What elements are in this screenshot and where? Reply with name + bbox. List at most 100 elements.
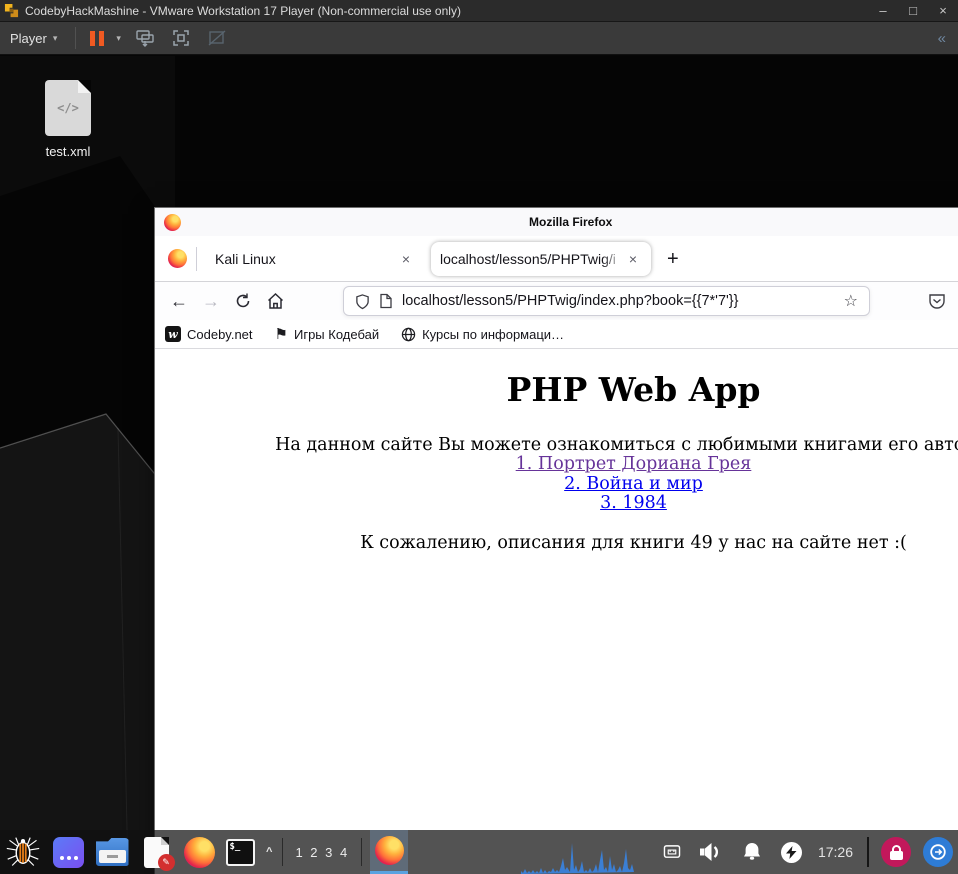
clock[interactable]: 17:26: [818, 844, 853, 860]
tab-label: localhost/lesson5/PHPTwig/i: [440, 250, 624, 267]
firefox-titlebar: Mozilla Firefox: [155, 208, 958, 236]
vmware-maximize-button[interactable]: □: [898, 0, 928, 22]
vmware-titlebar: CodebyHackMashine - VMware Workstation 1…: [0, 0, 958, 22]
suspend-vm-button[interactable]: [84, 22, 110, 54]
book-link-3[interactable]: 3. 1984: [600, 493, 667, 514]
flag-icon: ⚑: [274, 326, 288, 343]
tray-divider: [867, 837, 869, 867]
toolbar-divider: [75, 27, 77, 49]
notifications-bell-icon[interactable]: [741, 841, 763, 863]
reload-icon: [236, 293, 250, 308]
shield-permissions-icon[interactable]: [355, 293, 370, 310]
back-button[interactable]: ←: [163, 292, 195, 310]
book-link-1[interactable]: 1. Портрет Дориана Грея: [516, 454, 752, 475]
kali-desktop: </> test.xml Mozilla Firefox Kali Linux …: [0, 56, 958, 874]
firefox-icon: [374, 836, 404, 865]
desktop-file-testxml[interactable]: </> test.xml: [24, 80, 112, 159]
send-ctrl-alt-del-button[interactable]: [134, 27, 156, 49]
unity-mode-button: [206, 27, 228, 49]
code-glyph: </>: [57, 101, 79, 115]
vmware-player-icon: [4, 3, 19, 18]
firefox-window-title: Mozilla Firefox: [529, 215, 613, 229]
tabbar-divider: [196, 246, 197, 271]
app-grid-launcher[interactable]: [46, 830, 90, 874]
network-ethernet-icon[interactable]: [663, 844, 681, 860]
globe-icon: [401, 327, 416, 342]
fullscreen-button[interactable]: [170, 27, 192, 49]
taskbar-divider: [282, 838, 284, 866]
new-tab-button[interactable]: +: [667, 249, 679, 269]
lock-icon: [891, 844, 901, 851]
url-bar[interactable]: localhost/lesson5/PHPTwig/index.php?book…: [343, 286, 870, 316]
lock-screen-button[interactable]: [881, 837, 911, 867]
bookmark-label: Игры Кодебай: [293, 326, 380, 342]
chevron-up-icon[interactable]: ^: [260, 846, 278, 858]
bookmark-codeby[interactable]: w Codeby.net: [165, 326, 253, 342]
unity-mode-icon: [208, 30, 226, 46]
vmware-close-button[interactable]: ×: [928, 0, 958, 22]
kali-taskbar: ✎ $_ ^ 1 2 3 4 17:26: [0, 830, 958, 874]
book-link-2[interactable]: 2. Война и мир: [564, 474, 703, 495]
bookmark-label: Курсы по информаци…: [422, 326, 565, 342]
vmware-window-title: CodebyHackMashine - VMware Workstation 1…: [25, 3, 461, 18]
pencil-badge-icon: ✎: [157, 853, 175, 871]
tab-kali-linux[interactable]: Kali Linux ×: [203, 236, 427, 281]
firefox-task-button[interactable]: [370, 830, 409, 874]
fullscreen-icon: [173, 30, 189, 46]
home-icon: [267, 292, 283, 309]
reload-button[interactable]: [227, 292, 259, 310]
close-tab-icon[interactable]: ×: [397, 251, 415, 267]
logout-button[interactable]: [923, 837, 953, 867]
file-manager-launcher[interactable]: [90, 830, 134, 874]
firefox-launcher[interactable]: [178, 830, 220, 874]
send-ctrl-alt-del-icon: [136, 30, 154, 47]
firefox-icon: [183, 836, 215, 868]
desktop-file-label: test.xml: [45, 144, 91, 159]
power-manager-icon[interactable]: [780, 841, 802, 863]
folder-icon: [96, 838, 129, 866]
page-title: PHP Web App: [506, 370, 761, 409]
save-to-pocket-button[interactable]: [928, 292, 946, 310]
kali-dragon-icon: [6, 837, 40, 866]
bookmark-igry-kodebay[interactable]: ⚑ Игры Кодебай: [275, 325, 380, 343]
bookmark-kursy[interactable]: Курсы по информаци…: [401, 327, 564, 342]
player-menu[interactable]: Player ▾: [0, 22, 67, 54]
web-page-content: PHP Web App На данном сайте Вы можете оз…: [155, 349, 958, 874]
codeby-favicon: w: [165, 326, 181, 342]
system-tray: [663, 841, 802, 863]
player-menu-label: Player: [10, 30, 47, 46]
desktop-wallpaper: [0, 56, 175, 874]
firefox-view-icon[interactable]: [168, 249, 187, 268]
vmware-minimize-button[interactable]: –: [868, 0, 898, 22]
taskbar-divider: [361, 838, 363, 866]
firefox-logo-icon: [164, 213, 181, 231]
text-editor-launcher[interactable]: ✎: [134, 830, 178, 874]
volume-icon[interactable]: [699, 841, 723, 863]
page-info-icon[interactable]: [379, 293, 393, 309]
home-button[interactable]: [259, 292, 291, 310]
firefox-navigation-bar: ← → localhost/lesson5/PHPTwig/index.php?…: [155, 282, 958, 320]
applications-menu-button[interactable]: [0, 830, 46, 874]
pause-icon: [99, 30, 105, 46]
text-editor-icon: ✎: [143, 836, 175, 871]
collapse-toolbar-chevron[interactable]: «: [938, 30, 946, 47]
power-options-caret[interactable]: ▾: [110, 22, 127, 54]
book-links: 1. Портрет Дориана Грея 2. Война и мир 3…: [155, 454, 958, 514]
workspace-switcher[interactable]: 1 2 3 4: [295, 845, 349, 860]
network-monitor-graph: [520, 843, 634, 874]
caret-down-icon: ▾: [52, 32, 58, 43]
bookmarks-toolbar: w Codeby.net ⚑ Игры Кодебай Курсы по инф…: [155, 320, 958, 349]
firefox-window: Mozilla Firefox Kali Linux × localhost/l…: [155, 208, 958, 874]
not-found-message: К сожалению, описания для книги 49 у нас…: [360, 532, 907, 553]
firefox-tab-bar: Kali Linux × localhost/lesson5/PHPTwig/i…: [155, 236, 958, 282]
bookmark-star-icon[interactable]: ☆: [844, 291, 858, 311]
logout-icon: [930, 844, 946, 860]
url-text[interactable]: localhost/lesson5/PHPTwig/index.php?book…: [402, 293, 844, 309]
terminal-launcher[interactable]: $_: [220, 830, 260, 874]
tab-localhost-active[interactable]: localhost/lesson5/PHPTwig/i ×: [431, 241, 651, 276]
pocket-icon: [929, 294, 945, 309]
close-tab-icon[interactable]: ×: [624, 251, 642, 267]
bookmark-label: Codeby.net: [187, 326, 253, 342]
tab-label: Kali Linux: [215, 250, 276, 267]
app-grid-icon: [52, 836, 84, 868]
